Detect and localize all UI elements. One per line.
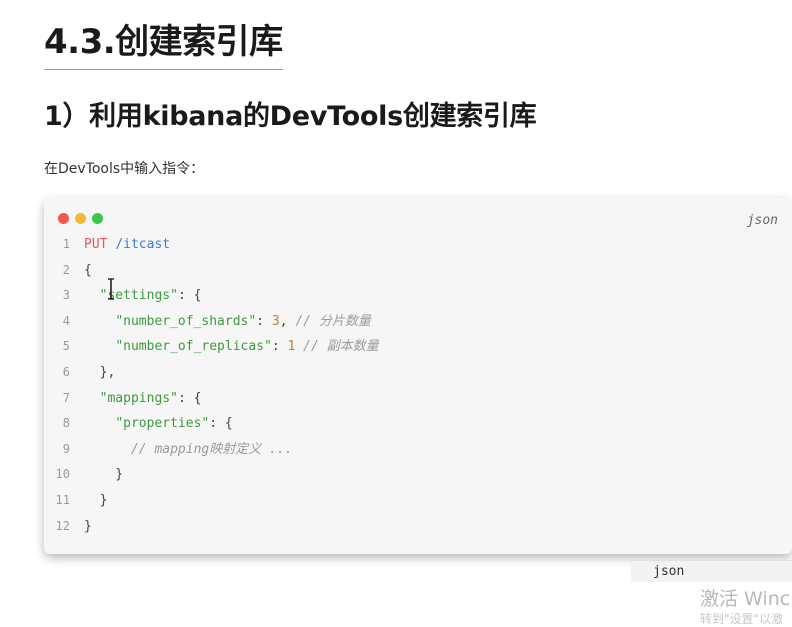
- code-line: 11 }: [44, 488, 379, 514]
- code-line: 8 "properties": {: [44, 411, 379, 437]
- line-number: 12: [55, 518, 70, 533]
- code-token: 3: [271, 313, 280, 329]
- section-heading: 1）利用kibana的DevTools创建索引库: [44, 101, 537, 132]
- activation-watermark-subtext: 转到"设置"以激: [700, 612, 784, 626]
- code-token: /itcast: [115, 237, 171, 252]
- code-token: "number_of_shards": [115, 313, 257, 329]
- code-token: {: [84, 262, 92, 278]
- code-line: 6 },: [44, 360, 379, 386]
- line-number: 4: [62, 313, 70, 328]
- instruction-text: 在DevTools中输入指令：: [44, 161, 205, 177]
- code-token: "properties": [115, 416, 210, 432]
- code-line: 7 "mappings": {: [44, 386, 379, 412]
- code-lines[interactable]: 1 PUT /itcast 2{3 "settings": {4 "number_o…: [44, 232, 379, 539]
- line-number: 3: [62, 288, 70, 303]
- minimize-dot-icon: [75, 213, 86, 224]
- line-content: {: [84, 258, 92, 284]
- code-line: 3 "settings": {: [44, 283, 379, 309]
- code-token: "mappings": [99, 390, 178, 406]
- line-number: 2: [62, 262, 70, 277]
- code-token: ,: [279, 313, 296, 329]
- line-content: "number_of_replicas": 1 // 副本数量: [84, 334, 379, 360]
- line-number: 8: [62, 416, 70, 431]
- code-token: :: [256, 313, 272, 329]
- page-heading: 4.3.创建索引库: [44, 14, 283, 70]
- line-number: 7: [62, 390, 70, 405]
- code-token: :: [271, 339, 288, 355]
- code-line: 10 }: [44, 462, 379, 488]
- line-content: },: [84, 360, 116, 386]
- line-number: 9: [62, 441, 70, 456]
- code-line: 5 "number_of_replicas": 1 // 副本数量: [44, 334, 379, 360]
- code-block[interactable]: json 1 PUT /itcast 2{3 "settings": {4 "num…: [44, 198, 792, 554]
- line-number: 10: [55, 467, 70, 482]
- code-token: // 分片数量: [295, 313, 371, 329]
- line-content: "properties": {: [84, 411, 233, 437]
- line-number: 11: [55, 492, 70, 507]
- code-token: : {: [177, 288, 202, 304]
- code-line: 12}: [44, 514, 379, 540]
- code-line: 2{: [44, 258, 379, 284]
- line-content: "number_of_shards": 3, // 分片数量: [84, 309, 371, 335]
- code-token: },: [84, 364, 116, 380]
- code-line: 9 // mapping映射定义 ...: [44, 437, 379, 463]
- code-line: 4 "number_of_shards": 3, // 分片数量: [44, 309, 379, 335]
- code-token: }: [84, 492, 108, 508]
- line-content: }: [84, 514, 92, 540]
- code-token: "number_of_replicas": [115, 339, 272, 355]
- line-content: }: [84, 462, 123, 488]
- line-content: }: [84, 488, 108, 514]
- window-controls: [58, 213, 103, 224]
- line-number: 6: [62, 364, 70, 379]
- line-content: // mapping映射定义 ...: [84, 437, 293, 463]
- code-token: }: [84, 467, 124, 483]
- line-content: "settings": {: [84, 283, 202, 309]
- line-content: "mappings": {: [84, 386, 202, 412]
- line-number: 5: [62, 339, 70, 354]
- code-token: // mapping映射定义 ...: [130, 441, 293, 457]
- line-content: PUT /itcast: [84, 232, 170, 258]
- code-line: 1 PUT /itcast: [44, 232, 379, 258]
- text-cursor-icon: [108, 278, 114, 300]
- maximize-dot-icon: [92, 213, 103, 224]
- code-token: : {: [177, 390, 202, 406]
- code-token: : {: [209, 416, 233, 432]
- code-language-label: json: [746, 213, 778, 228]
- code-token: // 副本数量: [303, 339, 379, 355]
- line-number: 1: [62, 237, 70, 251]
- code-token: PUT: [84, 237, 116, 252]
- language-select[interactable]: json: [631, 560, 792, 582]
- close-dot-icon: [58, 213, 69, 224]
- code-token: }: [84, 518, 92, 534]
- activation-watermark: 激活 Winc: [700, 588, 791, 610]
